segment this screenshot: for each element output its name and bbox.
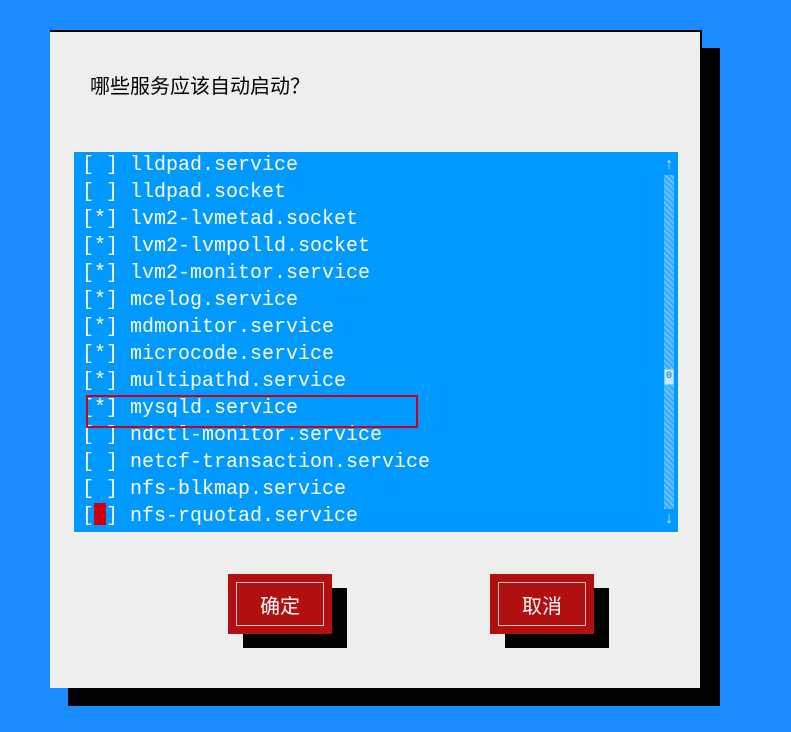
ok-button-label: 确定 xyxy=(260,590,300,619)
service-row[interactable]: [*] microcode.service xyxy=(82,341,678,368)
dialog-title: 哪些服务应该自动启动？ xyxy=(50,32,700,99)
services-dialog: 哪些服务应该自动启动？ [ ] lldpad.service[ ] lldpad… xyxy=(50,30,702,688)
service-row[interactable]: [*] mcelog.service xyxy=(82,287,678,314)
service-row[interactable]: [] nfs-rquotad.service xyxy=(82,503,678,530)
service-row[interactable]: [*] lvm2-lvmetad.socket xyxy=(82,206,678,233)
service-row[interactable]: [*] mdmonitor.service xyxy=(82,314,678,341)
button-area: 确定 取消 xyxy=(50,572,700,662)
ok-button[interactable]: 确定 xyxy=(228,574,332,634)
cancel-button-label: 取消 xyxy=(522,590,562,619)
service-row[interactable]: [ ] lldpad.socket xyxy=(82,179,678,206)
scroll-up-icon[interactable]: ↑ xyxy=(662,155,676,175)
service-row[interactable]: [*] lvm2-lvmpolld.socket xyxy=(82,233,678,260)
service-row[interactable]: [*] mysqld.service xyxy=(82,395,678,422)
service-row[interactable]: [ ] nfs-blkmap.service xyxy=(82,476,678,503)
service-row[interactable]: [ ] lldpad.service xyxy=(82,152,678,179)
service-row[interactable]: [ ] ndctl-monitor.service xyxy=(82,422,678,449)
scroll-thumb[interactable]: 0 xyxy=(664,369,674,385)
service-row[interactable]: [*] lvm2-monitor.service xyxy=(82,260,678,287)
scrollbar[interactable]: ↑ ↓ 0 xyxy=(662,155,676,529)
cursor-block xyxy=(94,503,106,525)
scroll-down-icon[interactable]: ↓ xyxy=(662,509,676,529)
service-row[interactable]: [*] multipathd.service xyxy=(82,368,678,395)
cancel-button[interactable]: 取消 xyxy=(490,574,594,634)
scroll-track[interactable] xyxy=(664,175,674,509)
service-list[interactable]: [ ] lldpad.service[ ] lldpad.socket[*] l… xyxy=(74,152,678,532)
service-row[interactable]: [ ] netcf-transaction.service xyxy=(82,449,678,476)
